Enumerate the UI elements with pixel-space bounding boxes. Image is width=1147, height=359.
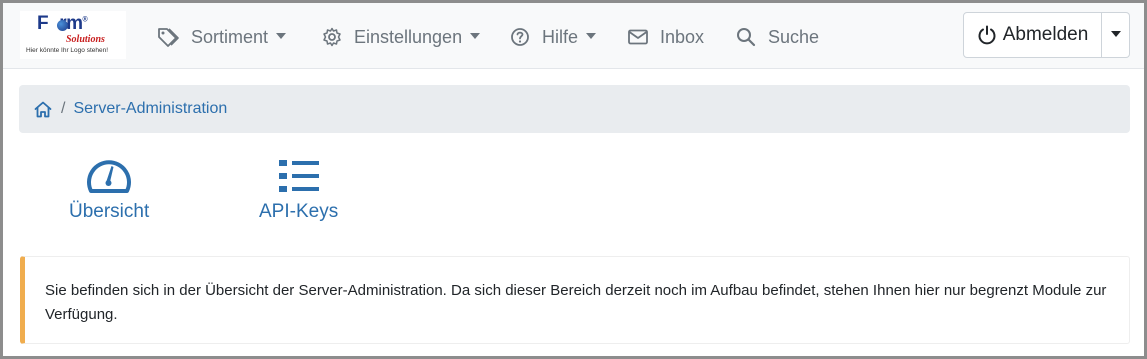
- logo-globe-icon: [57, 20, 68, 31]
- tile-api-keys[interactable]: API-Keys: [259, 157, 338, 223]
- tile-api-keys-label: API-Keys: [259, 201, 339, 222]
- nav-inbox-label: Inbox: [660, 26, 705, 47]
- logout-button[interactable]: Abmelden: [963, 12, 1102, 58]
- chevron-down-icon: [1110, 31, 1121, 37]
- home-icon[interactable]: [34, 101, 52, 118]
- breadcrumb: / Server-Administration: [19, 85, 1130, 133]
- logo-subtitle: Solutions: [66, 34, 105, 45]
- breadcrumb-current[interactable]: Server-Administration: [73, 100, 227, 118]
- nav-inbox[interactable]: Inbox: [628, 23, 704, 51]
- company-logo[interactable]: Form® Solutions Hier könnte Ihr Logo ste…: [20, 11, 126, 59]
- gear-icon: [323, 27, 341, 47]
- list-icon: [278, 160, 319, 192]
- chevron-down-icon: [470, 33, 481, 39]
- question-circle-icon: [511, 28, 529, 46]
- tags-icon: [158, 28, 179, 47]
- power-icon: [978, 25, 996, 45]
- top-navbar: Form® Solutions Hier könnte Ihr Logo ste…: [3, 3, 1144, 69]
- breadcrumb-separator: /: [61, 100, 66, 117]
- nav-einstellungen[interactable]: Einstellungen: [322, 23, 481, 51]
- app-window: Form® Solutions Hier könnte Ihr Logo ste…: [0, 0, 1147, 359]
- nav-suche[interactable]: Suche: [736, 23, 819, 51]
- chevron-down-icon: [586, 33, 597, 39]
- nav-sortiment-label: Sortiment: [191, 26, 269, 47]
- tile-uebersicht-label: Übersicht: [69, 201, 150, 222]
- info-alert: Sie befinden sich in der Übersicht der S…: [20, 256, 1130, 344]
- nav-hilfe-label: Hilfe: [542, 26, 579, 47]
- nav-hilfe[interactable]: Hilfe: [510, 23, 597, 51]
- logout-dropdown-toggle[interactable]: [1102, 12, 1130, 58]
- logout-label: Abmelden: [1002, 24, 1089, 45]
- nav-sortiment[interactable]: Sortiment: [157, 23, 287, 51]
- tile-uebersicht[interactable]: Übersicht: [69, 157, 149, 223]
- speedometer-icon: [87, 160, 132, 193]
- nav-suche-label: Suche: [768, 26, 820, 47]
- logout-button-group: Abmelden: [963, 12, 1130, 58]
- logo-tagline: Hier könnte Ihr Logo stehen!: [26, 47, 109, 54]
- chevron-down-icon: [276, 33, 287, 39]
- search-icon: [737, 28, 756, 47]
- envelope-icon: [628, 29, 648, 45]
- nav-einstellungen-label: Einstellungen: [354, 26, 463, 47]
